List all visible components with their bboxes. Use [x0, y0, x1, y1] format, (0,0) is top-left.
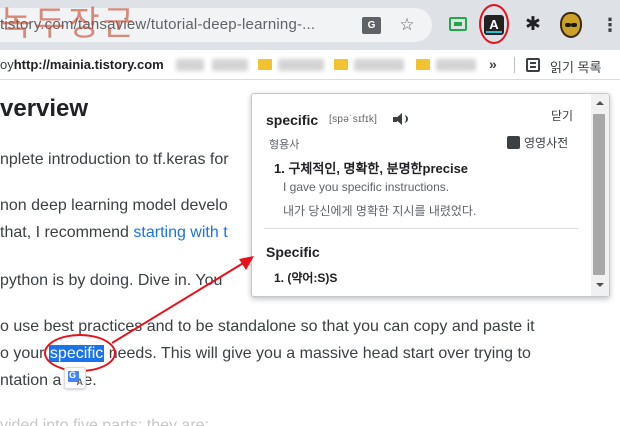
paragraph-text: needs. This will give you a massive head…	[104, 345, 531, 362]
bookmarks-divider	[514, 57, 515, 73]
star-icon[interactable]: ☆	[397, 15, 417, 35]
link-text: starting with	[133, 224, 219, 241]
paragraph-text: vided into five parts; they are:	[0, 417, 209, 426]
english-dictionary-label: 영영사전	[524, 136, 569, 150]
popup-word: specific	[266, 112, 319, 128]
menu-icon[interactable]: ⋮	[598, 13, 620, 37]
paragraph-line: python is by doing. Dive in. You	[0, 272, 223, 289]
folder-icon	[334, 59, 348, 70]
part-of-speech: 형용사	[269, 139, 300, 151]
example-english: I gave you specific instructions.	[283, 180, 450, 194]
bookmark-site: http://mainia.tistory.com	[13, 57, 164, 72]
blurred-bookmark	[354, 59, 404, 71]
definition-secondary: 1. (약어:S)S	[274, 271, 338, 285]
watermark-text: 녹두장군	[0, 4, 138, 44]
close-button[interactable]: 닫기	[551, 107, 573, 124]
book-icon	[507, 136, 520, 149]
blurred-bookmark	[436, 59, 476, 71]
scrollbar-thumb[interactable]	[593, 114, 605, 275]
scroll-down-icon[interactable]	[596, 283, 604, 287]
puzzle-icon[interactable]: ✱	[521, 13, 545, 37]
browser-toolbar: tistory.com/tansaview/tutorial-deep-lear…	[0, 0, 620, 50]
definition: 1. 구체적인, 명확한, 분명한precise	[274, 161, 469, 176]
bookmarks-bar: oyhttp://mainia.tistory.com » 읽기 목록	[0, 50, 620, 80]
example-korean: 내가 당신에게 명확한 지시를 내렸었다.	[283, 204, 477, 218]
starting-with-link[interactable]: starting with t	[133, 224, 227, 241]
paragraph-line: non deep learning model develo	[0, 197, 228, 214]
folder-icon	[416, 59, 430, 70]
popup-phonetic: [spəˈsɪfɪk]	[329, 114, 378, 125]
bookmark-item[interactable]: oyhttp://mainia.tistory.com	[0, 57, 164, 72]
green-extension-icon[interactable]	[446, 13, 470, 37]
blurred-bookmark	[176, 59, 204, 71]
google-translate-icon[interactable]: A	[64, 367, 86, 389]
popup-scrollbar[interactable]	[591, 94, 609, 296]
link-tail: t	[223, 224, 228, 241]
paragraph-line: nplete introduction to tf.keras for	[0, 151, 229, 168]
paragraph-text: o your	[0, 345, 49, 362]
dictionary-popup: specific [spəˈsɪfɪk] 닫기 형용사 영영사전 1. 구체적인…	[251, 93, 610, 297]
reading-list-label[interactable]: 읽기 목록	[550, 57, 601, 76]
bookmark-prefix: oy	[0, 57, 14, 72]
english-dictionary-link[interactable]: 영영사전	[507, 134, 568, 151]
popup-word-secondary: Specific	[266, 244, 320, 260]
paragraph-text: ntation a	[0, 372, 62, 389]
translate-icon[interactable]: G	[362, 17, 381, 34]
reading-list-icon[interactable]	[526, 58, 540, 72]
speaker-icon[interactable]	[393, 113, 409, 126]
mask-extension-icon[interactable]	[557, 10, 585, 40]
translate-badge: A	[76, 377, 84, 387]
blurred-bookmark	[212, 59, 248, 71]
bookmarks-overflow-chevron[interactable]: »	[489, 56, 497, 72]
popup-divider	[264, 228, 578, 229]
scroll-up-icon[interactable]	[596, 101, 604, 105]
blurred-bookmark	[278, 59, 324, 71]
paragraph-line: that, I recommend starting with t	[0, 224, 228, 242]
paragraph-line: vided into five parts; they are:	[0, 417, 209, 426]
highlight-circle	[479, 4, 509, 44]
paragraph-text: that, I recommend	[0, 224, 134, 241]
page-heading: verview	[0, 95, 89, 122]
folder-icon	[258, 59, 272, 70]
